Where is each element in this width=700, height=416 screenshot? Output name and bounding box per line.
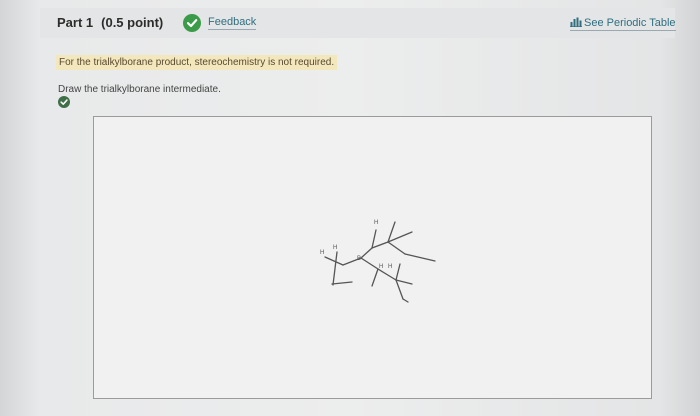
atom-label-h: H <box>333 245 337 251</box>
atom-label-h: H <box>379 264 383 270</box>
bar-chart-icon <box>570 17 582 27</box>
periodic-table-label: See Periodic Table <box>584 17 676 29</box>
atom-label-b: B <box>357 256 361 262</box>
atom-label-h: H <box>320 250 324 256</box>
feedback-link[interactable]: Feedback <box>208 16 257 30</box>
part-label: Part 1 <box>57 15 94 30</box>
points-label: (0.5 point) <box>101 15 164 30</box>
trialkylborane-structure: H H H B H H <box>320 220 436 303</box>
atom-label-h: H <box>388 264 392 270</box>
check-circle-icon <box>183 14 201 32</box>
atom-label-h: H <box>374 220 378 226</box>
see-periodic-table-link[interactable]: See Periodic Table <box>570 17 676 31</box>
question-instruction: Draw the trialkylborane intermediate. <box>58 84 221 95</box>
answer-check-icon <box>58 96 70 108</box>
part-title: Part 1 (0.5 point) <box>57 15 163 30</box>
stereochemistry-note: For the trialkylborane product, stereoch… <box>56 55 338 70</box>
